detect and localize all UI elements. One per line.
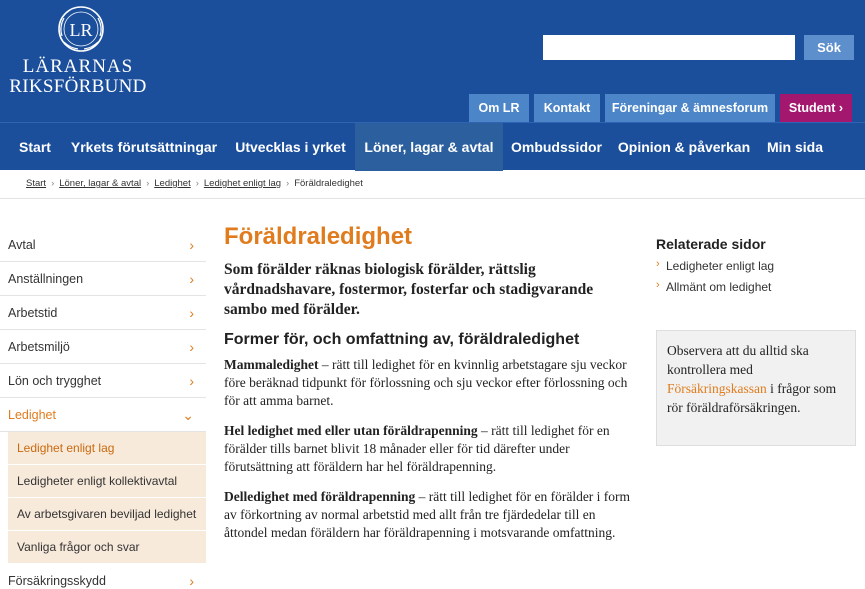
chevron-right-icon: › (189, 373, 194, 389)
page-title: Föräldraledighet (224, 223, 413, 250)
chevron-right-icon: › (656, 258, 660, 270)
paragraph-delledighet: Delledighet med föräldrapenning – rätt t… (224, 489, 631, 540)
sidebar-item-arbetstid[interactable]: Arbetstid › (0, 296, 206, 330)
sidebar-menu: Avtal › Anställningen › Arbetstid › Arbe… (0, 228, 206, 589)
breadcrumb-loner-lagar-avtal[interactable]: Löner, lagar & avtal (59, 178, 141, 189)
search-button[interactable]: Sök (804, 35, 854, 60)
sidebar-item-avtal[interactable]: Avtal › (0, 228, 206, 262)
chevron-right-icon: › (189, 305, 194, 321)
breadcrumb-separator: › (286, 178, 290, 189)
nav-utvecklas-i-yrket[interactable]: Utvecklas i yrket (226, 123, 355, 171)
top-link-foreningar[interactable]: Föreningar & ämnesforum (605, 94, 775, 122)
top-link-kontakt[interactable]: Kontakt (534, 94, 600, 122)
logo-monogram: LR (69, 20, 92, 40)
site-logo[interactable]: LR LÄRARNAS RIKSFÖRBUND (8, 2, 148, 97)
nav-opinion-paverkan[interactable]: Opinion & påverkan (610, 123, 758, 171)
chevron-right-icon: › (189, 573, 194, 589)
sidebar-subitem-ledighet-enligt-lag[interactable]: Ledighet enligt lag (8, 432, 206, 465)
main-content: Föräldraledighet Som förälder räknas bio… (224, 222, 634, 542)
nav-ombudssidor[interactable]: Ombudssidor (503, 123, 610, 171)
forsakringskassan-link[interactable]: Försäkringskassan (667, 381, 767, 396)
chevron-right-icon: › (189, 271, 194, 287)
breadcrumb: Start › Löner, lagar & avtal › Ledighet › Ledi… (26, 178, 363, 189)
related-pages: Relaterade sidor › Ledigheter enligt lag … (656, 236, 856, 294)
logo-line-2: RIKSFÖRBUND (9, 76, 147, 97)
nav-start[interactable]: Start (8, 123, 62, 171)
sidebar-subitem-beviljad-ledighet[interactable]: Av arbetsgivaren beviljad ledighet (8, 498, 206, 531)
lead-paragraph: Som förälder räknas biologisk förälder, … (224, 261, 594, 318)
nav-loner-lagar-avtal[interactable]: Löner, lagar & avtal (355, 123, 503, 171)
site-header: LR LÄRARNAS RIKSFÖRBUND Sök Om LR Kontak… (0, 0, 865, 122)
chevron-right-icon: › (656, 279, 660, 291)
breadcrumb-separator: › (146, 178, 150, 189)
breadcrumb-separator: › (51, 178, 55, 189)
related-link-ledigheter-enligt-lag[interactable]: › Ledigheter enligt lag (656, 258, 856, 273)
sidebar-item-ledighet[interactable]: Ledighet ⌄ (0, 398, 206, 432)
sidebar-item-arbetsmiljo[interactable]: Arbetsmiljö › (0, 330, 206, 364)
chevron-down-icon: ⌄ (182, 407, 194, 423)
top-link-om-lr[interactable]: Om LR (469, 94, 529, 122)
top-link-student[interactable]: Student › (780, 94, 852, 122)
section-heading: Former för, och omfattning av, föräldral… (224, 331, 580, 348)
nav-min-sida[interactable]: Min sida (758, 123, 832, 171)
breadcrumb-start[interactable]: Start (26, 178, 46, 189)
sidebar-item-lon-och-trygghet[interactable]: Lön och trygghet › (0, 364, 206, 398)
chevron-right-icon: › (189, 339, 194, 355)
breadcrumb-ledighet[interactable]: Ledighet (154, 178, 190, 189)
sidebar-subitem-kollektivavtal[interactable]: Ledigheter enligt kollektivavtal (8, 465, 206, 498)
paragraph-mammaledighet: Mammaledighet – rätt till ledighet för e… (224, 357, 628, 408)
sidebar-item-forsakringsskydd[interactable]: Försäkringsskydd › (0, 564, 206, 589)
search-input[interactable] (543, 35, 795, 60)
breadcrumb-current: Föräldraledighet (294, 178, 363, 189)
info-note: Observera att du alltid ska kontrollera … (656, 330, 856, 446)
chevron-right-icon: › (189, 237, 194, 253)
paragraph-hel-ledighet: Hel ledighet med eller utan föräldrapenn… (224, 423, 610, 474)
related-heading: Relaterade sidor (656, 236, 766, 252)
related-link-allmant-om-ledighet[interactable]: › Allmänt om ledighet (656, 279, 856, 294)
breadcrumb-separator: › (195, 178, 199, 189)
divider (0, 198, 865, 199)
nav-yrkets-forutsattningar[interactable]: Yrkets förutsättningar (62, 123, 226, 171)
sidebar-item-anstallningen[interactable]: Anställningen › (0, 262, 206, 296)
logo-line-1: LÄRARNAS (22, 56, 134, 77)
sidebar-subitem-fragor-och-svar[interactable]: Vanliga frågor och svar (8, 531, 206, 564)
laurel-emblem-icon: LR (58, 6, 104, 52)
breadcrumb-ledighet-enligt-lag[interactable]: Ledighet enligt lag (204, 178, 281, 189)
main-navigation: Start Yrkets förutsättningar Utvecklas i… (0, 122, 865, 171)
